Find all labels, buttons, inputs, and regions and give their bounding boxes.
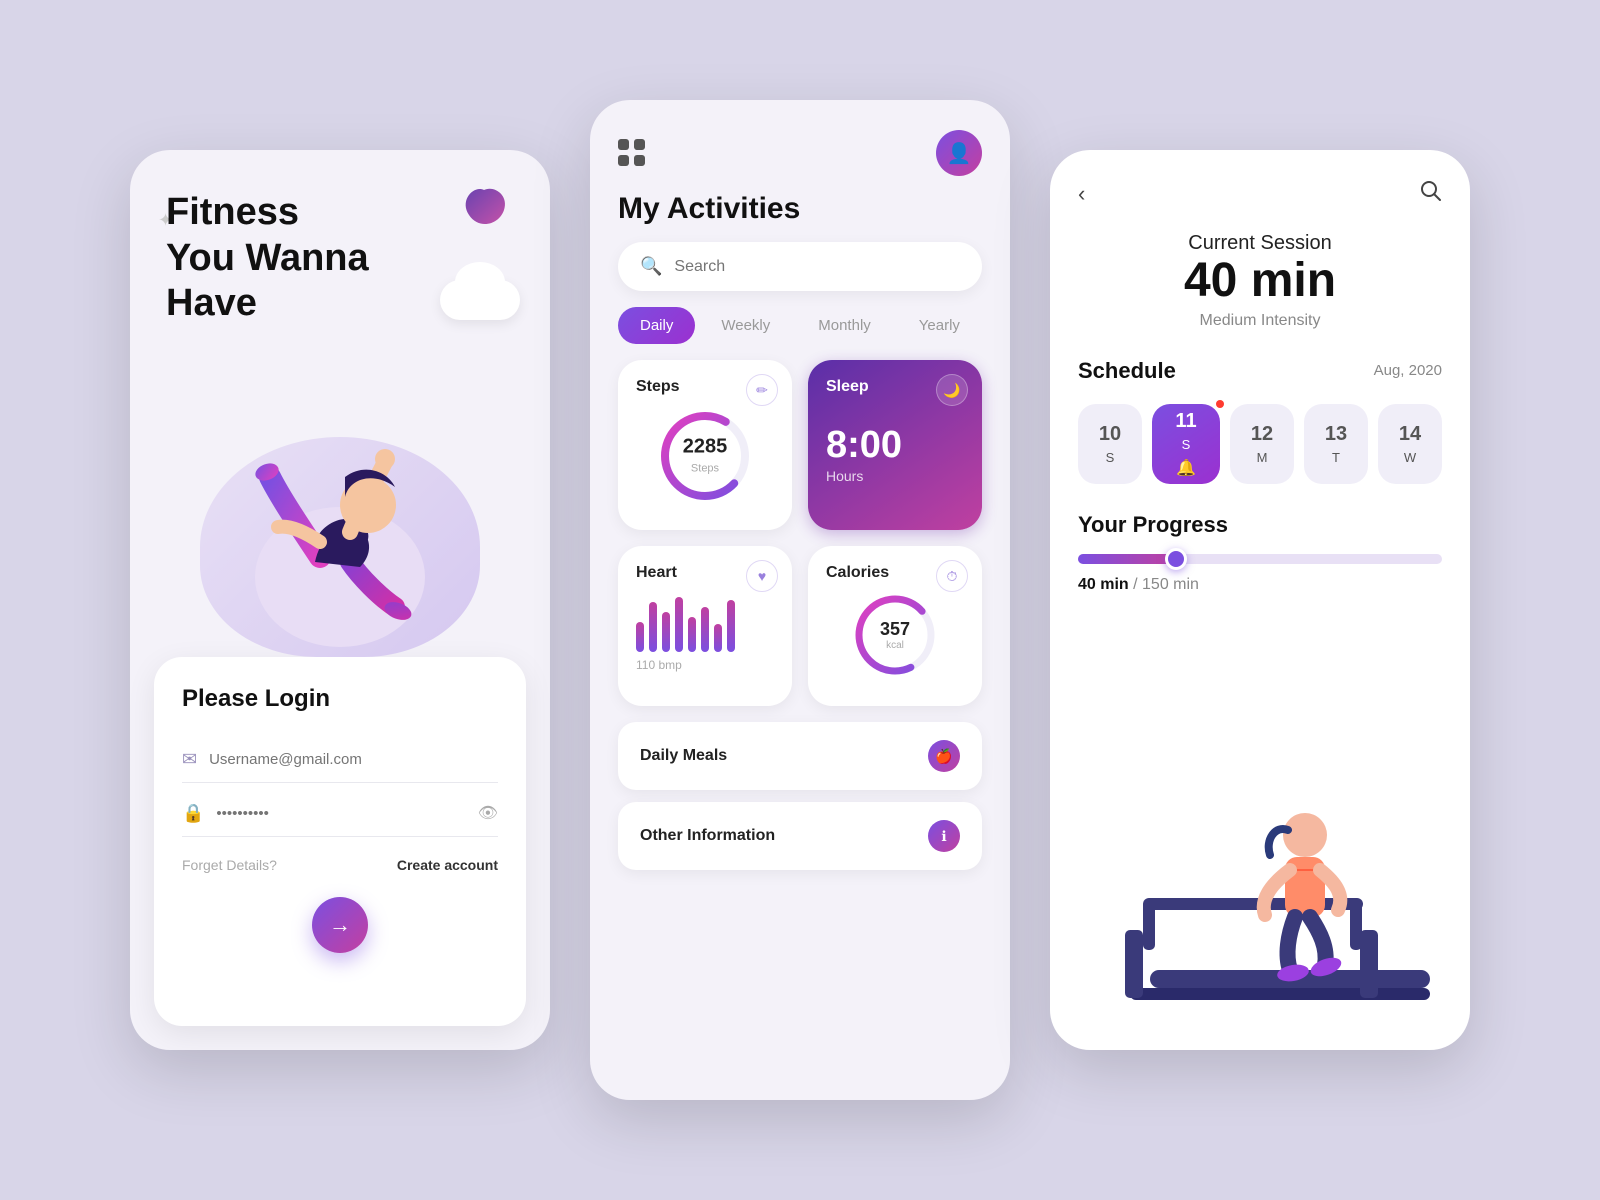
day-12[interactable]: 12 M [1230, 404, 1294, 484]
tab-weekly[interactable]: Weekly [699, 307, 792, 344]
tab-monthly[interactable]: Monthly [796, 307, 893, 344]
yoga-person-svg [220, 377, 460, 657]
sleep-value: 8:00 [826, 426, 964, 464]
day-11[interactable]: 11 S 🔔 [1152, 404, 1220, 484]
login-links: Forget Details? Create account [182, 857, 498, 873]
other-info-row[interactable]: Other Information ℹ [618, 802, 982, 870]
progress-handle[interactable] [1165, 548, 1187, 570]
day-row: 10 S 11 S 🔔 12 M 13 T [1078, 404, 1442, 484]
password-field[interactable] [216, 805, 465, 822]
password-input-row[interactable]: 🔒 👁 [182, 791, 498, 837]
day-11-wrapper: 11 S 🔔 [1152, 404, 1220, 484]
calories-unit: kcal [880, 640, 910, 651]
search-icon: 🔍 [640, 256, 662, 277]
daily-meals-label: Daily Meals [640, 747, 727, 765]
heart-bars [636, 592, 774, 652]
progress-track [1078, 554, 1442, 564]
calories-value: 357 [880, 619, 910, 640]
progress-title: Your Progress [1078, 512, 1442, 538]
session-header: ‹ [1050, 150, 1470, 208]
bell-icon: 🔔 [1176, 458, 1196, 478]
calories-icon[interactable]: ⏱ [936, 560, 968, 592]
back-button[interactable]: ‹ [1078, 181, 1085, 207]
search-button[interactable] [1420, 180, 1442, 208]
avatar[interactable]: 👤 [936, 130, 982, 176]
grid-menu-icon[interactable] [618, 139, 646, 167]
other-info-label: Other Information [640, 827, 775, 845]
steps-card: Steps ✏ 2285 [618, 360, 792, 530]
daily-meals-row[interactable]: Daily Meals 🍎 [618, 722, 982, 790]
schedule-title: Schedule [1078, 358, 1176, 384]
app-tagline: Fitness You Wanna Have [166, 190, 514, 327]
submit-button[interactable]: → [312, 897, 368, 953]
heart-bpm: 110 bmp [636, 658, 774, 672]
search-input[interactable] [674, 258, 960, 276]
progress-total: 150 min [1142, 576, 1199, 593]
session-title-area: Current Session 40 min Medium Intensity [1050, 208, 1470, 330]
email-input-row[interactable]: ✉ [182, 737, 498, 783]
meals-icon[interactable]: 🍎 [928, 740, 960, 772]
notification-dot [1216, 400, 1224, 408]
session-duration: 40 min [1078, 255, 1442, 308]
session-label: Current Session [1078, 232, 1442, 255]
phone-activities: 👤 My Activities 🔍 Daily Weekly Monthly Y… [590, 100, 1010, 1100]
sleep-unit: Hours [826, 468, 964, 484]
info-icon[interactable]: ℹ [928, 820, 960, 852]
session-intensity: Medium Intensity [1078, 312, 1442, 330]
yoga-illustration [130, 337, 550, 657]
sleep-icon[interactable]: 🌙 [936, 374, 968, 406]
heart-card: Heart ♥ 110 bmp [618, 546, 792, 706]
treadmill-svg [1070, 770, 1450, 1050]
steps-unit: Steps [691, 463, 719, 475]
treadmill-illustration [1050, 614, 1470, 1050]
activities-title: My Activities [590, 176, 1010, 226]
arrow-icon: → [329, 912, 351, 938]
activities-header: 👤 [590, 100, 1010, 176]
search-bar[interactable]: 🔍 [618, 242, 982, 291]
steps-sleep-row: Steps ✏ 2285 [590, 360, 1010, 530]
login-title: Please Login [182, 685, 498, 713]
steps-edit-icon[interactable]: ✏ [746, 374, 778, 406]
schedule-date: Aug, 2020 [1374, 362, 1442, 379]
progress-section: Your Progress 40 min / 150 min [1050, 484, 1470, 594]
schedule-header: Schedule Aug, 2020 [1078, 358, 1442, 384]
day-13[interactable]: 13 T [1304, 404, 1368, 484]
eye-icon[interactable]: 👁 [478, 803, 498, 823]
lock-icon: 🔒 [182, 803, 204, 824]
day-14[interactable]: 14 W [1378, 404, 1442, 484]
schedule-section: Schedule Aug, 2020 10 S 11 S 🔔 12 [1050, 330, 1470, 484]
email-field[interactable] [209, 751, 498, 768]
heart-icon[interactable]: ♥ [746, 560, 778, 592]
create-account-link[interactable]: Create account [397, 857, 498, 873]
email-icon: ✉ [182, 749, 197, 770]
search-icon [1420, 180, 1442, 202]
forget-details-link[interactable]: Forget Details? [182, 857, 277, 873]
sleep-card: Sleep 🌙 8:00 Hours [808, 360, 982, 530]
progress-current: 40 min [1078, 576, 1129, 593]
filter-tabs: Daily Weekly Monthly Yearly [590, 307, 1010, 360]
progress-fill [1078, 554, 1176, 564]
login-box: Please Login ✉ 🔒 👁 Forget Details? Creat… [154, 657, 526, 1026]
progress-separator: / [1133, 576, 1142, 593]
heart-calories-row: Heart ♥ 110 bmp Calories ⏱ [590, 546, 1010, 706]
calories-card: Calories ⏱ 357 kcal [808, 546, 982, 706]
phone-session: ‹ Current Session 40 min Medium Intensit… [1050, 150, 1470, 1050]
tab-yearly[interactable]: Yearly [897, 307, 982, 344]
day-10[interactable]: 10 S [1078, 404, 1142, 484]
progress-text: 40 min / 150 min [1078, 576, 1442, 594]
phone-login: ✦ Fitness You Wanna Have [130, 150, 550, 1050]
tab-daily[interactable]: Daily [618, 307, 695, 344]
steps-value: 2285 [683, 436, 728, 459]
